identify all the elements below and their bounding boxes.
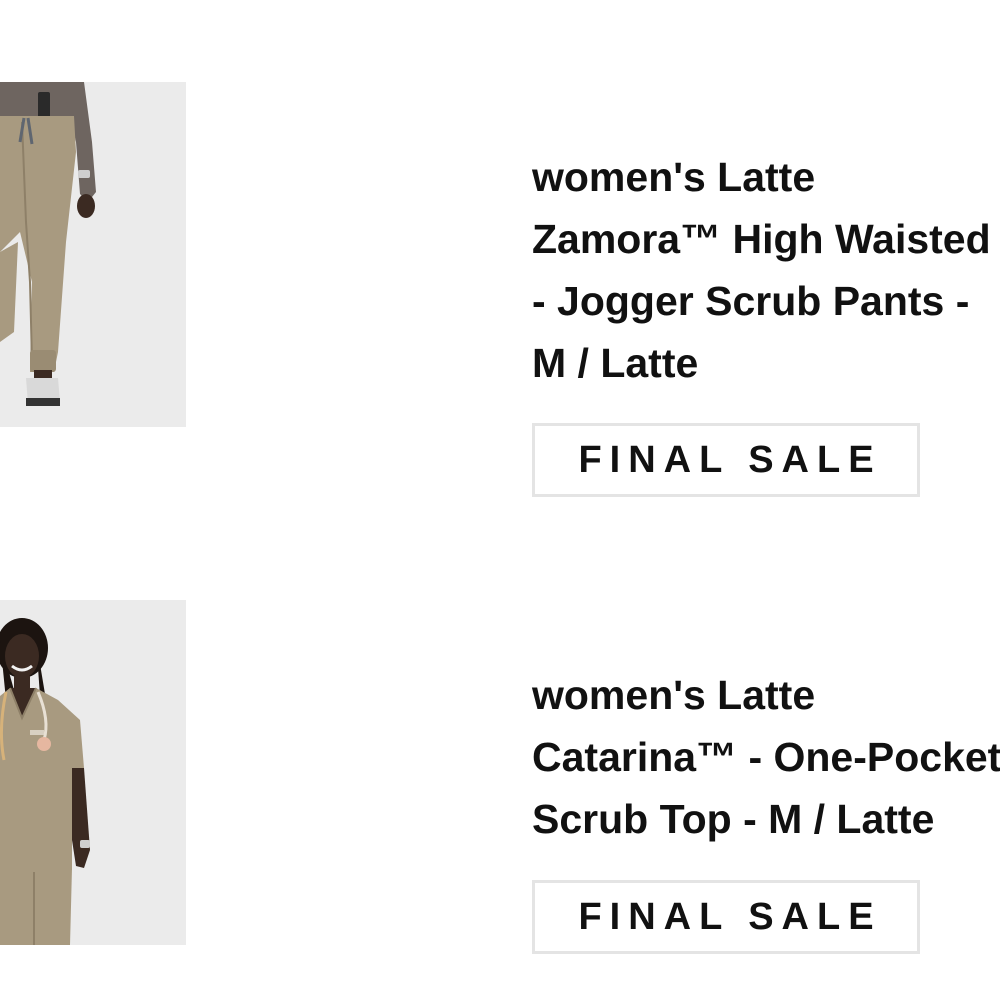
final-sale-badge: FINAL SALE	[532, 880, 920, 954]
product-image-scrub-top[interactable]	[0, 600, 186, 945]
order-item: women's Latte Zamora™ High Waisted - Jog…	[0, 82, 1000, 502]
product-image-jogger-pants[interactable]	[0, 82, 186, 427]
order-item: women's Latte Catarina™ - One-Pocket Scr…	[0, 600, 1000, 960]
final-sale-label: FINAL SALE	[578, 895, 882, 938]
final-sale-badge: FINAL SALE	[532, 423, 920, 497]
order-items-list: women's Latte Zamora™ High Waisted - Jog…	[0, 0, 1000, 1000]
product-details: women's Latte Zamora™ High Waisted - Jog…	[532, 146, 1000, 394]
product-title-line: Scrub Top - M / Latte	[532, 796, 935, 842]
final-sale-label: FINAL SALE	[578, 438, 882, 481]
product-title-line: Zamora™ High Waisted	[532, 216, 991, 262]
product-title[interactable]: women's Latte Catarina™ - One-Pocket Scr…	[532, 664, 1000, 850]
product-details: women's Latte Catarina™ - One-Pocket Scr…	[532, 664, 1000, 850]
product-title-line: Catarina™ - One-Pocket	[532, 734, 1000, 780]
product-title-line: women's Latte	[532, 672, 816, 718]
product-title-line: women's Latte	[532, 154, 816, 200]
product-title-line: - Jogger Scrub Pants -	[532, 278, 970, 324]
product-title[interactable]: women's Latte Zamora™ High Waisted - Jog…	[532, 146, 1000, 394]
product-title-line: M / Latte	[532, 340, 699, 386]
